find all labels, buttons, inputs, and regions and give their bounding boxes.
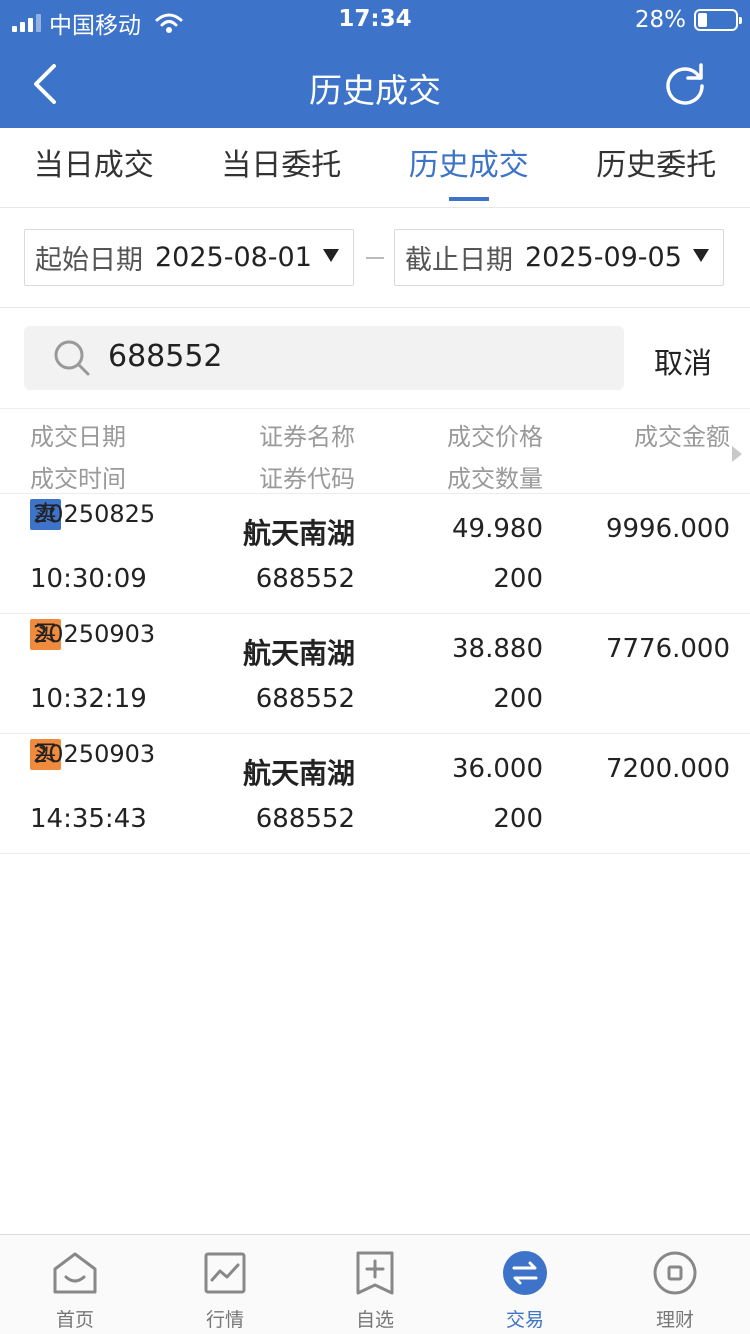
col-header-amount: 成交金额 — [634, 423, 730, 451]
scroll-right-arrow-icon[interactable] — [732, 446, 742, 462]
bottom-tab-label: 首页 — [55, 1309, 94, 1331]
end-date-value: 2025-09-05 — [525, 242, 682, 273]
tab-history-orders[interactable]: 历史委托 — [563, 128, 750, 207]
trade-exchange-icon — [503, 1251, 547, 1295]
trade-date: 20250903 — [33, 740, 156, 768]
bottom-tab-label: 交易 — [505, 1309, 544, 1331]
refresh-icon[interactable] — [660, 60, 710, 110]
bottom-tab-trade[interactable]: 交易 — [450, 1235, 600, 1334]
col-header-time: 成交时间 — [30, 465, 126, 493]
trade-date: 20250903 — [33, 620, 156, 648]
trade-time: 10:30:09 — [30, 564, 147, 594]
trade-amount: 7776.000 — [605, 634, 730, 664]
security-name: 航天南湖 — [242, 757, 355, 790]
end-date-label: 截止日期 — [405, 245, 513, 276]
dropdown-arrow-icon — [323, 249, 339, 262]
trade-amount: 9996.000 — [605, 514, 730, 544]
bottom-tab-wealth[interactable]: 理财 — [600, 1235, 750, 1334]
security-code: 688552 — [255, 804, 355, 834]
tab-today-trades[interactable]: 当日成交 — [0, 128, 188, 207]
trade-date: 20250825 — [33, 500, 156, 528]
trade-quantity: 200 — [493, 804, 543, 834]
trade-quantity: 200 — [493, 684, 543, 714]
trade-history-screen: 中国移动 17:34 28% 历史成交 当日成交 当日委托 历史成交 历史委托 … — [0, 0, 750, 1334]
battery-icon — [694, 9, 742, 31]
watchlist-add-icon — [356, 1251, 394, 1295]
start-date-label: 起始日期 — [35, 245, 143, 276]
dropdown-arrow-icon — [693, 249, 709, 262]
bottom-tab-label: 自选 — [355, 1309, 394, 1331]
tab-today-orders[interactable]: 当日委托 — [188, 128, 376, 207]
page-title: 历史成交 — [309, 71, 441, 110]
start-date-select[interactable]: 起始日期 2025-08-01 — [24, 229, 354, 286]
trade-quantity: 200 — [493, 564, 543, 594]
trade-price: 36.000 — [452, 754, 543, 784]
col-header-name: 证券名称 — [259, 423, 355, 451]
security-code: 688552 — [255, 564, 355, 594]
status-bar: 中国移动 17:34 28% — [0, 0, 750, 40]
col-header-price: 成交价格 — [447, 423, 543, 451]
battery-group: 28% — [634, 7, 742, 33]
search-icon — [54, 340, 90, 376]
table-row[interactable]: 买 20250903 14:35:43 航天南湖 688552 36.000 2… — [0, 734, 750, 854]
end-date-select[interactable]: 截止日期 2025-09-05 — [394, 229, 724, 286]
bottom-tab-home[interactable]: 首页 — [0, 1235, 150, 1334]
cancel-search-button[interactable]: 取消 — [654, 340, 712, 382]
date-filter-bar: 起始日期 2025-08-01 截止日期 2025-09-05 — [0, 208, 750, 308]
table-header: 成交日期 成交时间 证券名称 证券代码 成交价格 成交数量 成交金额 — [0, 408, 750, 494]
bottom-tab-label: 理财 — [655, 1309, 694, 1331]
search-input[interactable]: 688552 — [24, 326, 624, 390]
trade-price: 38.880 — [452, 634, 543, 664]
security-name: 航天南湖 — [242, 637, 355, 670]
tab-bar: 当日成交 当日委托 历史成交 历史委托 — [0, 128, 750, 208]
start-date-value: 2025-08-01 — [155, 242, 312, 273]
trade-time: 10:32:19 — [30, 684, 147, 714]
tab-history-trades[interactable]: 历史成交 — [375, 128, 563, 207]
bottom-tab-label: 行情 — [205, 1309, 244, 1331]
col-header-code: 证券代码 — [259, 465, 355, 493]
search-value: 688552 — [108, 339, 223, 374]
market-chart-icon — [204, 1252, 246, 1294]
date-range-separator — [366, 257, 384, 259]
wealth-coin-icon — [653, 1251, 697, 1295]
app-header: 中国移动 17:34 28% 历史成交 — [0, 0, 750, 128]
battery-percent: 28% — [634, 7, 686, 33]
col-header-qty: 成交数量 — [447, 465, 543, 493]
bottom-tab-market[interactable]: 行情 — [150, 1235, 300, 1334]
security-name: 航天南湖 — [242, 517, 355, 550]
trade-time: 14:35:43 — [30, 804, 147, 834]
home-icon — [53, 1252, 97, 1294]
bottom-tab-bar: 首页 行情 自选 交易 理财 — [0, 1234, 750, 1334]
table-row[interactable]: 买 20250903 10:32:19 航天南湖 688552 38.880 2… — [0, 614, 750, 734]
bottom-tab-watchlist[interactable]: 自选 — [300, 1235, 450, 1334]
trade-amount: 7200.000 — [605, 754, 730, 784]
trade-price: 49.980 — [452, 514, 543, 544]
table-row[interactable]: 卖 20250825 10:30:09 航天南湖 688552 49.980 2… — [0, 494, 750, 614]
col-header-date: 成交日期 — [30, 423, 126, 451]
security-code: 688552 — [255, 684, 355, 714]
